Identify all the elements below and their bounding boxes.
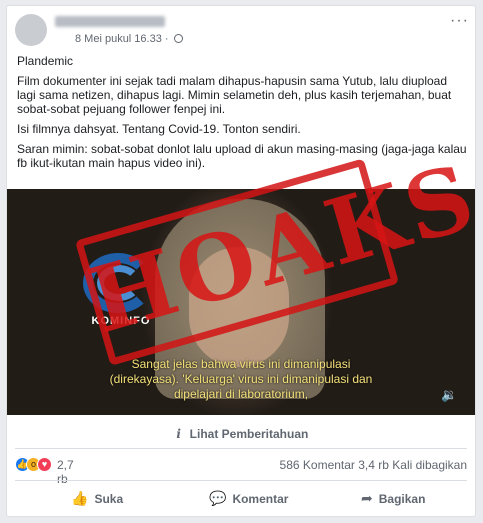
more-options-icon[interactable]: ··· [450,13,469,29]
action-bar: 👍 Suka 💬 Komentar ➦ Bagikan [15,486,467,510]
post-timestamp[interactable]: 8 Mei pukul 16.33 · [75,33,183,45]
like-label: Suka [94,492,124,506]
love-icon: ♥ [37,457,52,472]
reaction-count: 2,7 rb [57,458,74,486]
like-button[interactable]: 👍 Suka [71,486,123,510]
timestamp-text: 8 Mei pukul 16.33 · [75,33,169,45]
comments-shares-count[interactable]: 586 Komentar 3,4 rb Kali dibagikan [280,458,467,472]
share-icon: ➦ [361,490,373,506]
info-icon: i [176,427,181,441]
stamp-text: HOAKS [78,143,483,355]
post-header: 8 Mei pukul 16.33 · ··· [15,13,469,48]
post-paragraph: Plandemic [17,54,74,68]
author-name-redacted[interactable] [55,16,165,27]
share-button[interactable]: ➦ Bagikan [361,486,425,510]
divider [15,480,467,481]
comment-label: Komentar [232,492,289,506]
see-notice-button[interactable]: i Lihat Pemberitahuan [7,422,475,446]
post-card: 8 Mei pukul 16.33 · ··· Plandemic Film d… [6,5,483,517]
volume-icon[interactable]: 🔉 [441,387,457,402]
divider [15,448,467,449]
thumbs-up-icon: 👍 [71,490,89,506]
share-label: Bagikan [378,492,426,506]
avatar[interactable] [15,14,47,46]
comment-icon: 💬 [209,490,227,506]
post-stats: 👍 o ♥ 2,7 rb 586 Komentar 3,4 rb Kali di… [15,456,467,486]
comment-button[interactable]: 💬 Komentar [209,486,288,510]
globe-icon [173,34,183,43]
notice-label: Lihat Pemberitahuan [189,427,309,441]
